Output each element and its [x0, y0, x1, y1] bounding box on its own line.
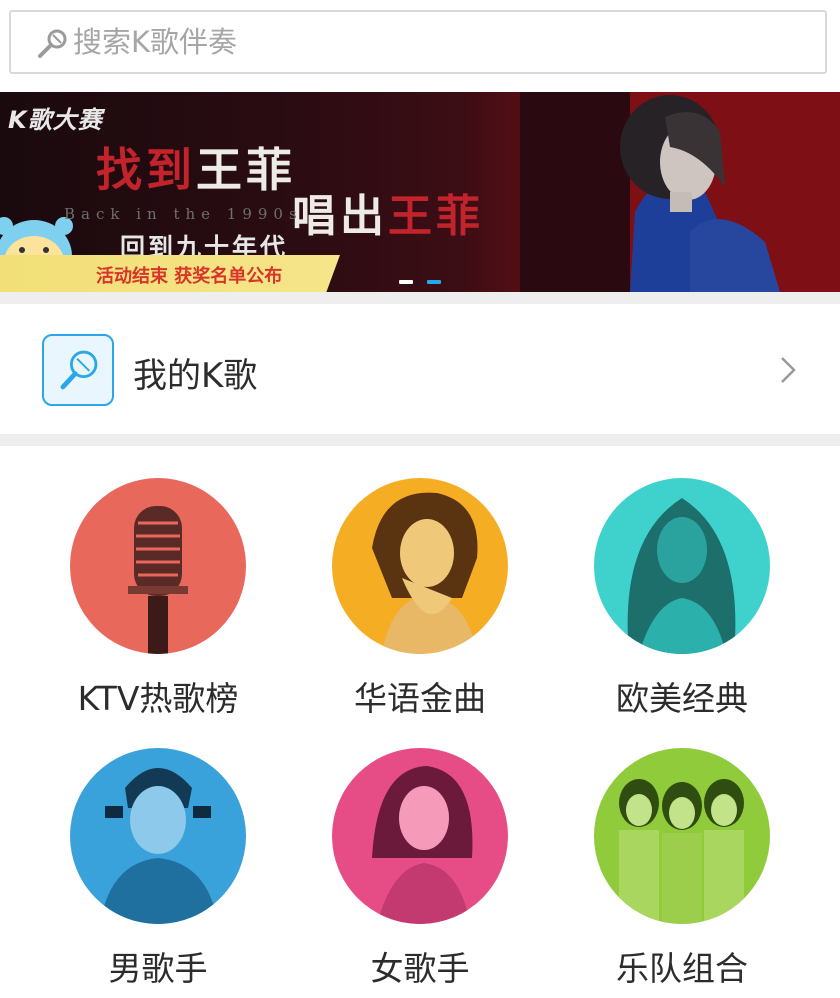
- category-female-singers[interactable]: 女歌手: [288, 748, 548, 998]
- microphone-icon: [42, 334, 114, 406]
- banner-portrait-image: [520, 92, 840, 292]
- category-male-singers[interactable]: 男歌手: [26, 748, 286, 998]
- search-bar: [0, 0, 840, 92]
- banner-headline-1-red: 找到: [96, 143, 196, 197]
- promo-banner[interactable]: K歌大赛 找到王菲 唱出王菲 Back in the 1990s 回到九十年代 …: [0, 92, 840, 292]
- category-western-classics[interactable]: 欧美经典: [550, 478, 810, 728]
- chevron-right-icon: [781, 357, 796, 383]
- microphone-icon: [38, 29, 67, 58]
- category-image: [332, 478, 508, 654]
- banner-headline-1: 找到王菲: [96, 134, 296, 200]
- section-divider: [0, 434, 840, 446]
- banner-ribbon-text: 活动结束 获奖名单公布: [96, 266, 283, 287]
- category-ktv-chart[interactable]: KTV热歌榜: [26, 478, 286, 728]
- my-karaoke-label: 我的K歌: [133, 356, 258, 396]
- carousel-dot-1[interactable]: [399, 280, 413, 284]
- search-input[interactable]: [73, 12, 813, 72]
- banner-headline-2-red: 王菲: [388, 191, 484, 242]
- category-label: 欧美经典: [616, 679, 748, 718]
- category-label: 华语金曲: [354, 679, 486, 718]
- category-label: 乐队组合: [616, 949, 748, 988]
- category-bands[interactable]: 乐队组合: [550, 748, 810, 998]
- section-divider: [0, 292, 840, 304]
- banner-headline-1-white: 王菲: [196, 143, 296, 197]
- banner-brand: K歌大赛: [8, 106, 103, 134]
- category-image: [594, 748, 770, 924]
- category-image: [70, 748, 246, 924]
- banner-headline-2-white: 唱出: [292, 191, 388, 242]
- search-box[interactable]: [9, 10, 827, 74]
- category-grid: KTV热歌榜 华语金曲 欧美经典 男歌手 女歌手 乐队组合: [0, 446, 840, 992]
- category-image: [332, 748, 508, 924]
- category-label: 男歌手: [108, 949, 208, 988]
- my-karaoke-row[interactable]: 我的K歌: [0, 304, 840, 434]
- category-chinese-classics[interactable]: 华语金曲: [288, 478, 548, 728]
- category-image: [70, 478, 246, 654]
- carousel-dot-2-active[interactable]: [427, 280, 441, 284]
- category-image: [594, 478, 770, 654]
- category-label: 女歌手: [370, 949, 470, 988]
- category-label: KTV热歌榜: [77, 679, 239, 718]
- banner-english-text: Back in the 1990s: [64, 205, 303, 223]
- banner-headline-2: 唱出王菲: [292, 180, 484, 244]
